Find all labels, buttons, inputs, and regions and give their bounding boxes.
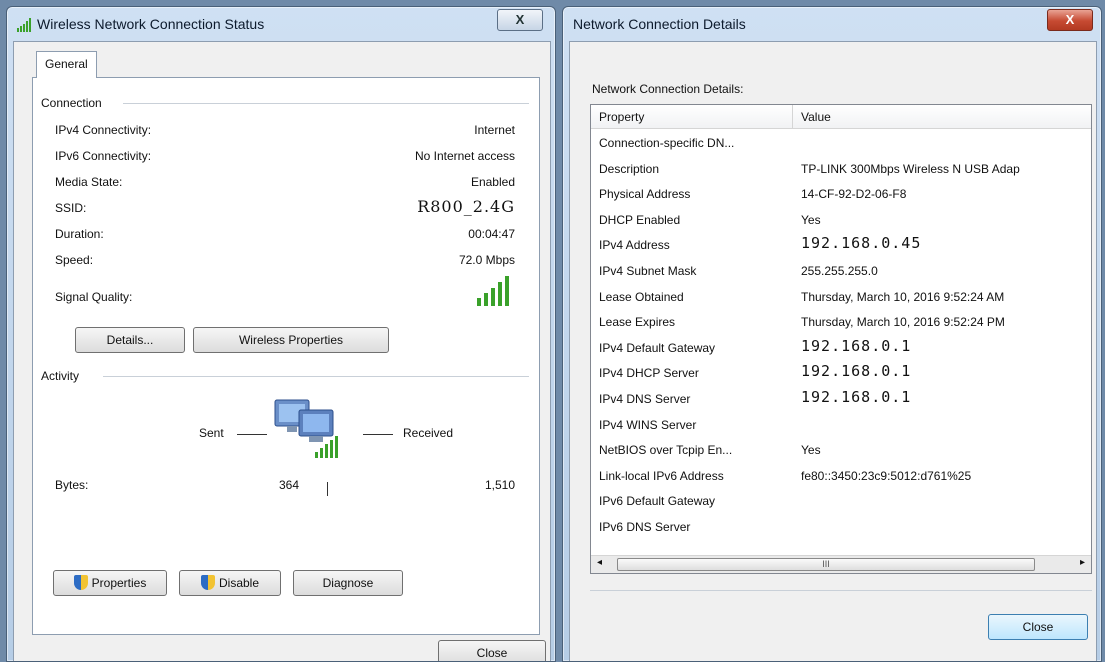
scroll-left-icon[interactable]: ◂	[597, 557, 602, 568]
property-cell: IPv4 DHCP Server	[599, 366, 699, 381]
property-cell: NetBIOS over Tcpip En...	[599, 443, 733, 458]
speed-label: Speed:	[55, 253, 94, 267]
media-state-label: Media State:	[55, 175, 123, 189]
received-line	[363, 434, 393, 435]
value-cell: Yes	[801, 212, 821, 227]
property-cell: Link-local IPv6 Address	[599, 468, 724, 483]
speed-value: 72.0 Mbps	[458, 253, 515, 267]
value-cell: 14-CF-92-D2-06-F8	[801, 187, 907, 202]
property-cell: Lease Obtained	[599, 289, 684, 304]
property-cell: Description	[599, 161, 660, 176]
value-cell: 192.168.0.1	[801, 336, 912, 355]
shield-icon	[73, 575, 88, 590]
property-cell: IPv6 Default Gateway	[599, 494, 716, 509]
wireless-status-window: Wireless Network Connection Status X Gen…	[6, 6, 556, 662]
value-cell: Thursday, March 10, 2016 9:52:24 PM	[801, 315, 1005, 330]
diagnose-button[interactable]: Diagnose	[293, 570, 403, 596]
window-title: Wireless Network Connection Status	[37, 16, 265, 32]
scroll-thumb[interactable]: III	[617, 558, 1035, 571]
properties-button[interactable]: Properties	[53, 570, 167, 596]
received-label: Received	[403, 426, 454, 440]
duration-value: 00:04:47	[468, 227, 515, 241]
activity-heading: Activity	[41, 369, 86, 383]
details-list[interactable]: Property Value Connection-specific DN...…	[590, 104, 1092, 574]
wireless-signal-icon	[17, 18, 31, 32]
network-computers-icon	[274, 399, 338, 458]
value-cell: Thursday, March 10, 2016 9:52:24 AM	[801, 289, 1005, 304]
sent-line	[237, 434, 267, 435]
property-cell: IPv6 DNS Server	[599, 520, 691, 534]
properties-button-label: Properties	[91, 576, 147, 590]
wireless-properties-button[interactable]: Wireless Properties	[193, 327, 389, 353]
media-state-value: Enabled	[470, 175, 515, 189]
disable-button[interactable]: Disable	[179, 570, 281, 596]
scroll-right-icon[interactable]: ▸	[1080, 557, 1085, 568]
value-cell: fe80::3450:23c9:5012:d761%25	[801, 468, 972, 483]
value-cell: 192.168.0.1	[801, 388, 912, 406]
disable-button-label: Disable	[218, 576, 260, 590]
title-bar[interactable]: Network Connection Details X	[563, 7, 1101, 41]
bytes-sent-value: 364	[278, 478, 299, 492]
ipv4-connectivity-label: IPv4 Connectivity:	[55, 123, 152, 137]
window-title: Network Connection Details	[573, 16, 746, 32]
bytes-label: Bytes:	[55, 478, 89, 492]
close-icon[interactable]: X	[1047, 9, 1093, 31]
title-bar[interactable]: Wireless Network Connection Status X	[7, 7, 555, 41]
details-button[interactable]: Details...	[75, 327, 185, 353]
sent-label: Sent	[199, 426, 224, 440]
ipv4-connectivity-value: Internet	[474, 123, 515, 137]
bottom-separator	[590, 590, 1092, 591]
ipv6-connectivity-label: IPv6 Connectivity:	[55, 149, 152, 163]
dialog-body: Network Connection Details: Property Val…	[569, 41, 1097, 661]
property-cell: IPv4 Subnet Mask	[599, 264, 697, 278]
column-header-property[interactable]: Property	[591, 105, 793, 129]
scroll-thumb-grip: III	[822, 559, 830, 569]
signal-quality-label: Signal Quality:	[55, 290, 133, 304]
bytes-divider	[327, 482, 328, 496]
ssid-label: SSID:	[55, 201, 87, 215]
property-cell: Lease Expires	[599, 315, 676, 330]
value-cell: Yes	[801, 443, 821, 458]
close-icon[interactable]: X	[497, 9, 543, 31]
duration-label: Duration:	[55, 227, 104, 241]
bytes-received-value: 1,510	[484, 478, 515, 492]
value-cell: TP-LINK 300Mbps Wireless N USB Adap	[801, 161, 1020, 176]
property-cell: Physical Address	[599, 187, 691, 202]
connection-divider	[123, 103, 529, 104]
network-details-window: Network Connection Details X Network Con…	[562, 6, 1102, 662]
shield-icon	[200, 575, 215, 590]
property-cell: DHCP Enabled	[599, 212, 681, 227]
connection-heading: Connection	[41, 96, 108, 110]
property-cell: Connection-specific DN...	[599, 136, 735, 150]
property-cell: IPv4 Default Gateway	[599, 340, 716, 355]
column-header-value[interactable]: Value	[793, 105, 1091, 129]
property-cell: IPv4 DNS Server	[599, 392, 691, 406]
general-panel: Connection IPv4 Connectivity: Internet I…	[32, 77, 540, 635]
property-cell: IPv4 Address	[599, 238, 670, 253]
horizontal-scrollbar[interactable]: ◂ III ▸	[591, 555, 1091, 573]
signal-strength-icon	[477, 276, 509, 306]
value-cell: 192.168.0.45	[801, 234, 922, 253]
activity-divider	[103, 376, 529, 377]
close-button[interactable]: Close	[438, 640, 546, 661]
tab-general[interactable]: General	[36, 51, 97, 78]
close-button[interactable]: Close	[988, 614, 1088, 640]
value-cell: 192.168.0.1	[801, 362, 912, 381]
ssid-value: R800_2.4G	[417, 197, 515, 216]
property-cell: IPv4 WINS Server	[599, 417, 697, 432]
value-cell: 255.255.255.0	[801, 264, 878, 278]
dialog-body: General Connection IPv4 Connectivity: In…	[13, 41, 551, 661]
details-heading: Network Connection Details:	[592, 82, 744, 96]
ipv6-connectivity-value: No Internet access	[414, 149, 515, 163]
